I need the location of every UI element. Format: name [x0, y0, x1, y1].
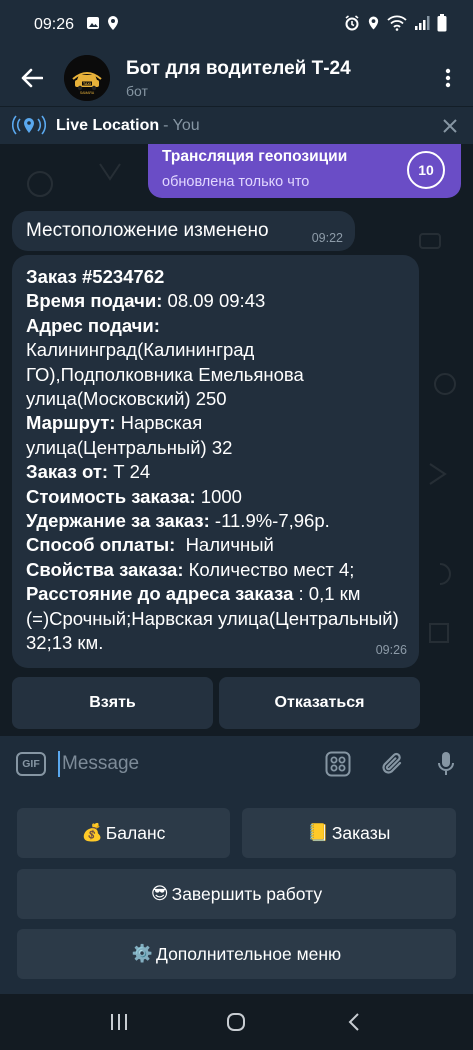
attach-button[interactable]: [365, 736, 419, 792]
text-cursor: [58, 751, 60, 777]
paperclip-icon: [382, 752, 402, 774]
chat-title-block[interactable]: Бот для водителей Т-24 бот: [126, 58, 423, 99]
order-props-label: Свойства заказа:: [26, 558, 184, 580]
order-props-value: Количество мест 4;: [183, 558, 355, 580]
bot-keyboard: 💰 Баланс 📒 Заказы 😎 Завершить работу ⚙️ …: [0, 792, 473, 994]
more-menu-button[interactable]: [423, 50, 473, 106]
extra-menu-label: Дополнительное меню: [156, 943, 342, 964]
chat-header: TAXI SAMARA Бот для водителей Т-24 бот: [0, 50, 473, 106]
system-nav-bar: [0, 994, 473, 1050]
order-message[interactable]: Заказ #5234762 Время подачи: 08.09 09:43…: [12, 255, 419, 668]
arrow-left-icon: [21, 68, 43, 88]
orders-button[interactable]: 📒 Заказы: [242, 808, 456, 858]
live-location-bar[interactable]: Live Location - You: [0, 106, 473, 144]
orders-label: Заказы: [331, 822, 391, 843]
money-bag-icon: 💰: [81, 823, 103, 842]
more-vertical-icon: [445, 68, 451, 88]
status-time: 09:26: [34, 16, 75, 33]
live-timer-badge: 10: [407, 151, 445, 189]
gif-button[interactable]: GIF: [16, 752, 46, 776]
message-input-bar: GIF Message: [0, 736, 473, 792]
signal-icon: [414, 15, 430, 36]
wifi-icon: [387, 15, 407, 36]
payment-method-value: Наличный: [175, 534, 274, 556]
order-cost-label: Стоимость заказа:: [26, 485, 196, 507]
location-icon: [367, 15, 380, 36]
avatar[interactable]: TAXI SAMARA: [64, 55, 110, 101]
order-from-label: Заказ от:: [26, 461, 109, 483]
message-time: 09:26: [375, 642, 407, 657]
microphone-icon: [438, 752, 454, 775]
order-cost-value: 1000: [195, 485, 242, 507]
order-from-value: Т 24: [108, 461, 151, 483]
order-hold-label: Удержание за заказ:: [26, 510, 210, 532]
chat-subtitle: бот: [126, 82, 148, 99]
image-icon: [86, 16, 100, 35]
distance-label: Расстояние до адреса заказа: [26, 583, 294, 605]
svg-text:TAXI: TAXI: [83, 82, 91, 86]
order-hold-value: -11.9%-7,96р.: [209, 510, 330, 532]
alarm-icon: [344, 14, 360, 36]
order-number: Заказ #5234762: [26, 266, 165, 287]
pickup-address-label: Адрес подачи:: [26, 314, 160, 336]
route-label: Маршрут:: [26, 412, 116, 434]
close-icon: [443, 118, 457, 133]
live-location-icon: [12, 114, 46, 135]
balance-button[interactable]: 💰 Баланс: [17, 808, 230, 858]
system-back-button[interactable]: [334, 1002, 374, 1042]
back-button[interactable]: [0, 50, 64, 106]
finish-work-label: Завершить работу: [171, 883, 323, 904]
pickup-address-value: Калининград(Калининград ГО),Подполковник…: [26, 339, 304, 410]
message-input[interactable]: Message: [62, 753, 311, 775]
bot-keyboard-button[interactable]: [311, 736, 365, 792]
keyboard-grid-icon: [325, 751, 351, 777]
take-order-button[interactable]: Взять: [12, 677, 213, 729]
outgoing-live-location-message[interactable]: Трансляция геопозиции обновлена только ч…: [148, 144, 461, 198]
recents-icon: [110, 1014, 127, 1030]
pickup-time-value: 08.09 09:43: [162, 290, 266, 312]
close-live-location-button[interactable]: [427, 107, 473, 145]
gear-icon: ⚙️: [131, 944, 154, 963]
home-icon: [227, 1013, 246, 1031]
balance-label: Баланс: [105, 822, 166, 843]
decline-order-button[interactable]: Отказаться: [219, 677, 420, 729]
svg-text:SAMARA: SAMARA: [80, 91, 95, 95]
home-button[interactable]: [216, 1002, 256, 1042]
voice-message-button[interactable]: [419, 736, 473, 792]
chat-title: Бот для водителей Т-24: [126, 57, 351, 79]
recent-apps-button[interactable]: [99, 1002, 139, 1042]
taxi-logo: TAXI SAMARA: [64, 55, 110, 101]
finish-work-button[interactable]: 😎 Завершить работу: [17, 869, 456, 919]
chat-area[interactable]: Трансляция геопозиции обновлена только ч…: [0, 144, 473, 736]
pickup-time-label: Время подачи:: [26, 290, 163, 312]
payment-method-label: Способ оплаты:: [26, 534, 176, 556]
message-time: 09:22: [311, 231, 343, 245]
incoming-message[interactable]: Местоположение изменено 09:22: [12, 211, 355, 251]
live-location-owner: - You: [163, 116, 200, 134]
chevron-left-icon: [348, 1013, 359, 1031]
battery-icon: [437, 13, 447, 37]
ledger-icon: 📒: [307, 823, 329, 842]
message-text: Местоположение изменено: [26, 220, 269, 241]
location-icon: [106, 15, 120, 36]
extra-menu-button[interactable]: ⚙️ Дополнительное меню: [17, 929, 456, 979]
live-location-label: Live Location: [56, 116, 160, 134]
status-bar: 09:26: [0, 0, 473, 50]
sunglasses-icon: 😎: [150, 884, 169, 903]
